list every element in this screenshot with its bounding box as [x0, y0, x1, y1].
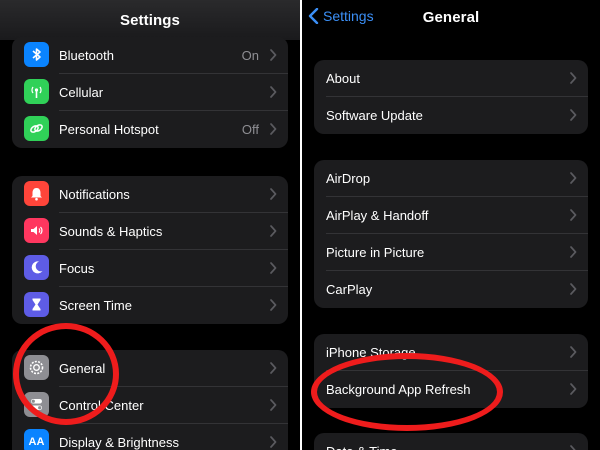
toggles-icon	[31, 399, 42, 410]
antenna-icon-tile	[24, 79, 49, 104]
chevron-right-icon	[270, 86, 277, 98]
row-label: Screen Time	[59, 298, 132, 313]
general-row-carplay[interactable]: CarPlay	[314, 271, 588, 308]
row-label: Background App Refresh	[326, 382, 471, 397]
gear-icon	[29, 360, 44, 375]
row-label: CarPlay	[326, 282, 373, 297]
storage-group: iPhone Storage Background App Refresh	[314, 334, 588, 408]
page-title: Settings	[120, 12, 180, 29]
bell-icon	[31, 188, 42, 201]
about-group: About Software Update	[314, 60, 588, 134]
general-row-about[interactable]: About	[314, 60, 588, 97]
row-label: Display & Brightness	[59, 435, 179, 450]
settings-row-screen-time[interactable]: Screen Time	[12, 287, 288, 324]
row-label: iPhone Storage	[326, 345, 416, 360]
chevron-right-icon	[570, 383, 577, 395]
sharing-group: AirDrop AirPlay & Handoff Picture in Pictu…	[314, 160, 588, 308]
chevron-right-icon	[570, 172, 577, 184]
general-panel: Settings General About Software Update Ai…	[302, 0, 600, 450]
general-row-iphone-storage[interactable]: iPhone Storage	[314, 334, 588, 371]
chevron-right-icon	[270, 262, 277, 274]
chevron-right-icon	[270, 188, 277, 200]
bluetooth-icon-tile	[24, 42, 49, 67]
chevron-right-icon	[270, 123, 277, 135]
gear-icon-tile	[24, 355, 49, 380]
row-label: Cellular	[59, 85, 104, 100]
row-label: Picture in Picture	[326, 245, 425, 260]
moon-icon-tile	[24, 255, 49, 280]
settings-row-control-center[interactable]: Control Center	[12, 387, 288, 424]
settings-row-personal-hotspot[interactable]: Personal Hotspot Off	[12, 111, 288, 148]
speaker-icon	[31, 226, 43, 235]
row-label: Date & Time	[326, 444, 398, 450]
chevron-right-icon	[570, 283, 577, 295]
hourglass-icon-tile	[24, 292, 49, 317]
row-label: Focus	[59, 261, 95, 276]
row-label: AirDrop	[326, 171, 371, 186]
row-label: Control Center	[59, 398, 144, 413]
hotspot-link-icon	[30, 124, 43, 133]
icon-text: AA	[28, 435, 45, 448]
row-label: Sounds & Haptics	[59, 224, 163, 239]
row-value: Off	[241, 122, 259, 137]
row-label: AirPlay & Handoff	[326, 208, 429, 223]
row-value: On	[241, 48, 259, 63]
bell-icon-tile	[24, 181, 49, 206]
bluetooth-icon	[32, 48, 41, 61]
chevron-right-icon	[270, 49, 277, 61]
row-label: Notifications	[59, 187, 130, 202]
chevron-right-icon	[270, 436, 277, 448]
row-label: Personal Hotspot	[59, 122, 159, 137]
moon-icon	[31, 261, 43, 274]
general-row-picture-in-picture[interactable]: Picture in Picture	[314, 234, 588, 271]
row-label: About	[326, 71, 360, 86]
page-title: General	[422, 9, 480, 26]
row-label: Bluetooth	[59, 48, 114, 63]
settings-row-general[interactable]: General	[12, 350, 288, 387]
hourglass-icon	[32, 298, 41, 311]
antenna-icon	[31, 86, 42, 98]
general-row-software-update[interactable]: Software Update	[314, 97, 588, 134]
chevron-right-icon	[570, 346, 577, 358]
settings-row-sounds-and-haptics[interactable]: Sounds & Haptics	[12, 213, 288, 250]
system-group: General Control Center AA Display & Brightn…	[12, 350, 288, 450]
chevron-right-icon	[270, 362, 277, 374]
speaker-icon-tile	[24, 218, 49, 243]
notifications-group: Notifications Sounds & Haptics Focus Screen…	[12, 176, 288, 324]
chevron-right-icon	[270, 299, 277, 311]
general-row-airplay-and-handoff[interactable]: AirPlay & Handoff	[314, 197, 588, 234]
settings-panel: Settings Bluetooth On Cellular Personal Hot…	[0, 0, 300, 450]
chevron-right-icon	[570, 209, 577, 221]
chevron-right-icon	[570, 445, 576, 450]
settings-row-bluetooth[interactable]: Bluetooth On	[12, 37, 288, 74]
general-row-airdrop[interactable]: AirDrop	[314, 160, 588, 197]
chevron-right-icon	[570, 109, 577, 121]
settings-row-cellular[interactable]: Cellular	[12, 74, 288, 111]
settings-row-focus[interactable]: Focus	[12, 250, 288, 287]
settings-row-notifications[interactable]: Notifications	[12, 176, 288, 213]
general-row-date-and-time[interactable]: Date & Time	[314, 433, 588, 450]
hotspot-link-icon-tile	[24, 116, 49, 141]
row-label: Software Update	[326, 108, 423, 123]
chevron-right-icon	[270, 399, 277, 411]
general-row-background-app-refresh[interactable]: Background App Refresh	[314, 371, 588, 408]
settings-row-display-and-brightness[interactable]: AA Display & Brightness	[12, 424, 288, 450]
row-label: General	[59, 361, 106, 376]
chevron-right-icon	[570, 246, 577, 258]
toggles-icon-tile	[24, 392, 49, 417]
text-size-icon-tile: AA	[24, 429, 49, 450]
connectivity-group: Bluetooth On Cellular Personal Hotspot Off	[12, 37, 288, 148]
chevron-right-icon	[570, 72, 577, 84]
date-group: Date & Time	[314, 433, 588, 450]
chevron-right-icon	[270, 225, 277, 237]
